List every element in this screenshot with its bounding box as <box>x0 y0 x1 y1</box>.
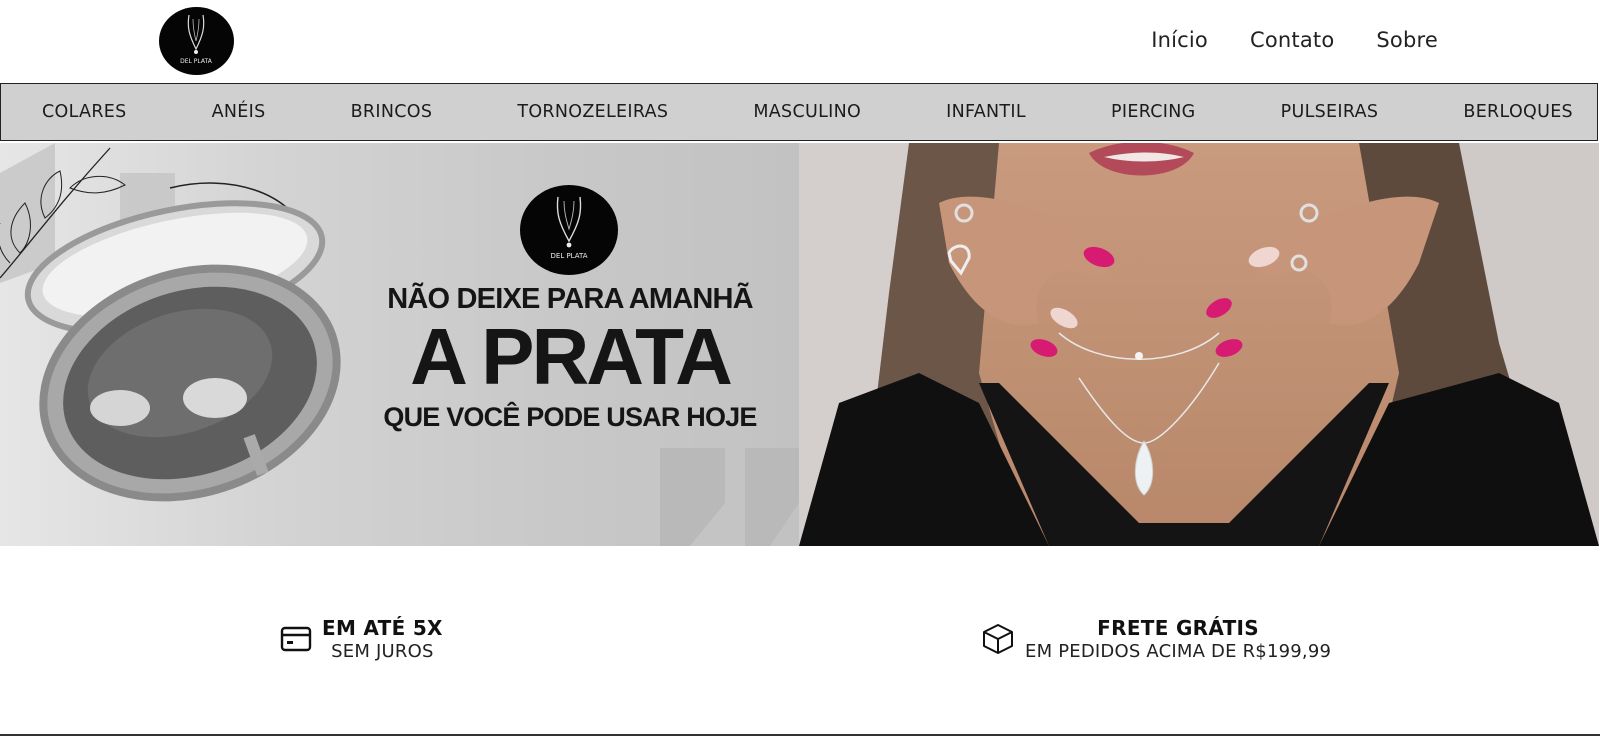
feature-subtitle: SEM JUROS <box>331 641 434 662</box>
hero-line-2: A PRATA <box>410 312 733 401</box>
category-infantil[interactable]: INFANTIL <box>946 102 1026 122</box>
nav-link-contato[interactable]: Contato <box>1250 28 1334 52</box>
hero-model-photo <box>799 143 1599 546</box>
category-aneis[interactable]: ANÉIS <box>212 102 266 122</box>
top-navigation: Início Contato Sobre <box>1151 28 1438 52</box>
category-pulseiras[interactable]: PULSEIRAS <box>1281 102 1379 122</box>
svg-text:DEL PLATA: DEL PLATA <box>180 58 213 65</box>
feature-free-shipping-text: FRETE GRÁTIS EM PEDIDOS ACIMA DE R$199,9… <box>1025 616 1331 662</box>
site-header: DEL PLATA Início Contato Sobre <box>0 0 1600 83</box>
category-berloques[interactable]: BERLOQUES <box>1463 102 1573 122</box>
nav-link-inicio[interactable]: Início <box>1151 28 1208 52</box>
necklace-logo-icon: DEL PLATA <box>180 14 213 65</box>
feature-title: EM ATÉ 5X <box>322 616 443 640</box>
hero-brand-logo: DEL PLATA <box>520 185 618 275</box>
feature-title: FRETE GRÁTIS <box>1097 616 1259 640</box>
feature-installments-text: EM ATÉ 5X SEM JUROS <box>322 616 443 662</box>
features-section: EM ATÉ 5X SEM JUROS FRETE GRÁTIS EM PEDI… <box>0 546 1600 734</box>
hero-line-1: NÃO DEIXE PARA AMANHÃ <box>387 283 753 315</box>
category-brincos[interactable]: BRINCOS <box>351 102 433 122</box>
feature-subtitle: EM PEDIDOS ACIMA DE R$199,99 <box>1025 641 1332 662</box>
nav-link-sobre[interactable]: Sobre <box>1376 28 1438 52</box>
category-bar: COLARES ANÉIS BRINCOS TORNOZELEIRAS MASC… <box>0 83 1598 141</box>
brand-logo[interactable]: DEL PLATA <box>159 7 234 75</box>
feature-free-shipping: FRETE GRÁTIS EM PEDIDOS ACIMA DE R$199,9… <box>981 616 1331 662</box>
hero-headline: NÃO DEIXE PARA AMANHÃ A PRATA QUE VOCÊ P… <box>340 283 799 433</box>
section-divider <box>0 734 1600 736</box>
necklace-logo-icon: DEL PLATA <box>551 196 588 260</box>
model-wearing-jewelry-image <box>799 143 1599 546</box>
category-tornozeleiras[interactable]: TORNOZELEIRAS <box>517 102 668 122</box>
credit-card-icon <box>280 626 312 652</box>
box-icon <box>983 624 1013 654</box>
category-piercing[interactable]: PIERCING <box>1111 102 1196 122</box>
feature-installments: EM ATÉ 5X SEM JUROS <box>280 616 443 662</box>
svg-text:DEL PLATA: DEL PLATA <box>551 252 588 260</box>
category-colares[interactable]: COLARES <box>42 102 127 122</box>
hero-promo-panel: DEL PLATA NÃO DEIXE PARA AMANHÃ A PRATA … <box>0 143 799 546</box>
hero-banner[interactable]: DEL PLATA NÃO DEIXE PARA AMANHÃ A PRATA … <box>0 143 1600 546</box>
category-masculino[interactable]: MASCULINO <box>753 102 861 122</box>
hero-line-3: QUE VOCÊ PODE USAR HOJE <box>383 402 757 432</box>
